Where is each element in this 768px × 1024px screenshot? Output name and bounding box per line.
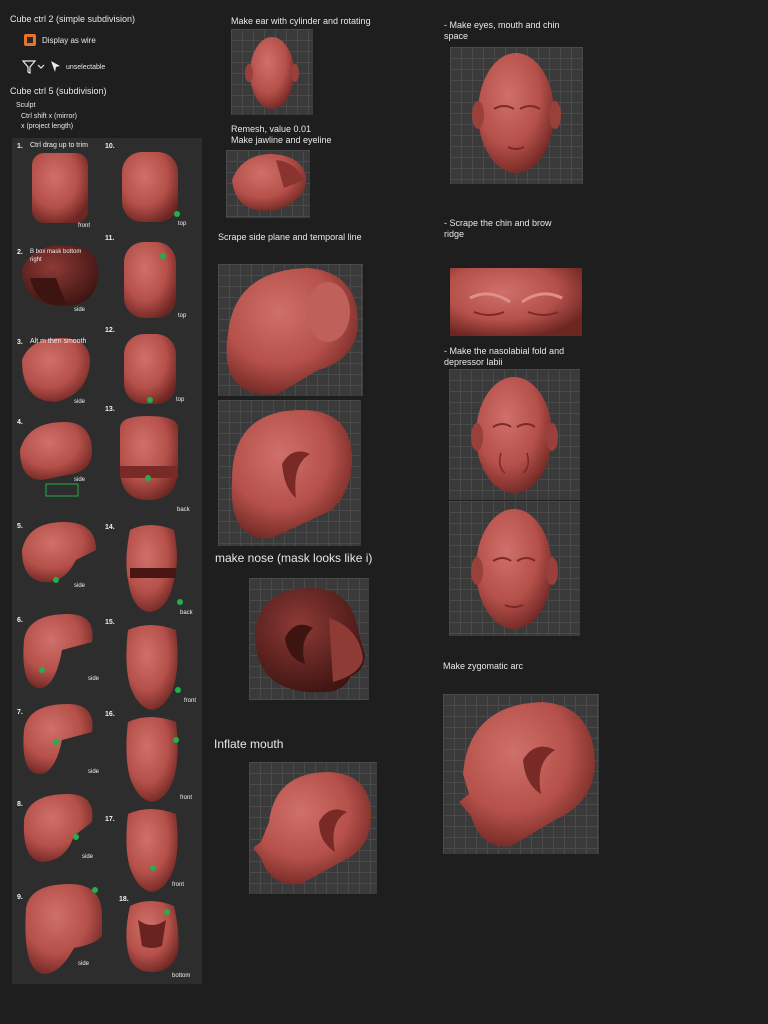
nasolabial-caption: - Make the nasolabial fold and depressor… (444, 346, 565, 367)
x-project-label: x (project length) (21, 123, 74, 130)
step-9-view: side (78, 961, 90, 967)
step-15-view: front (184, 698, 197, 704)
step-5-number: 5. (17, 523, 23, 530)
remesh-caption: Remesh, value 0.01 Make jawline and eyel… (231, 124, 332, 145)
step-16-number: 16. (105, 711, 115, 718)
remesh-render (226, 150, 310, 218)
display-wire-icon[interactable] (24, 34, 36, 46)
step-17-number: 17. (105, 816, 115, 823)
nasolabial-render-1 (449, 369, 580, 500)
ctrl-shift-x-label: Ctrl shift x (mirror) (21, 113, 77, 120)
step-6-number: 6. (17, 617, 23, 624)
zygomatic-render (443, 694, 599, 854)
ear-caption: Make ear with cylinder and rotating (231, 16, 371, 26)
step-11-number: 11. (105, 235, 115, 242)
step-8-number: 8. (17, 801, 23, 808)
inflate-caption: Inflate mouth (214, 737, 284, 751)
step-1-note: Ctrl drag up to trim (30, 142, 88, 149)
step-2-view: side (74, 307, 86, 313)
step-8-view: side (82, 854, 94, 860)
step-7-view: side (88, 769, 100, 775)
brow-render (450, 268, 582, 336)
step-1-view: front (78, 223, 91, 229)
step-13-number: 13. (105, 406, 115, 413)
step-9-number: 9. (17, 894, 23, 901)
step-14-number: 14. (105, 524, 115, 531)
scrape-side-caption: Scrape side plane and temporal line (218, 232, 362, 242)
step-3-note: Alt m then smooth (30, 338, 87, 345)
step-1-number: 1. (17, 143, 23, 150)
inflate-render (249, 762, 377, 894)
unselectable-label: unselectable (66, 64, 106, 71)
step-5-view: side (74, 583, 86, 589)
step-10-number: 10. (105, 143, 115, 150)
step-13-view: back (177, 507, 190, 513)
step-12-number: 12. (105, 327, 115, 334)
step-11-view: top (178, 313, 187, 319)
ear-render (231, 29, 313, 115)
scrape-side-render (218, 264, 363, 396)
temporal-render (218, 400, 361, 546)
step-6-view: side (88, 676, 100, 682)
eyes-caption: - Make eyes, mouth and chin space (444, 20, 560, 41)
step-4-view: side (74, 477, 86, 483)
cursor-icon[interactable] (50, 60, 62, 74)
step-14-view: back (180, 610, 193, 616)
step-15-number: 15. (105, 619, 115, 626)
step-3-number: 3. (17, 339, 23, 346)
step-17-view: front (172, 882, 185, 888)
step-18-number: 18. (119, 896, 129, 903)
step-18-view: bottom (172, 973, 191, 979)
filter-icon[interactable] (21, 60, 46, 74)
eyes-render (450, 47, 583, 184)
header-cube-ctrl2: Cube ctrl 2 (simple subdivision) (10, 14, 136, 24)
header-cube-ctrl5: Cube ctrl 5 (subdivision) (10, 86, 107, 96)
step-16-view: front (180, 795, 193, 801)
zygomatic-caption: Make zygomatic arc (443, 661, 524, 671)
steps-panel (12, 138, 202, 984)
scrape-chin-caption: - Scrape the chin and brow ridge (444, 218, 552, 239)
nasolabial-render-2 (449, 501, 580, 636)
step-2-note: B box mask bottom right (30, 249, 82, 263)
step-3-view: side (74, 399, 86, 405)
step-4-number: 4. (17, 419, 23, 426)
step-10-view: top (178, 221, 187, 227)
nose-render (249, 578, 369, 700)
display-wire-label: Display as wire (42, 36, 96, 45)
sculpt-label: Sculpt (16, 102, 36, 109)
step-12-view: top (176, 397, 185, 403)
nose-caption: make nose (mask looks like i) (215, 551, 373, 565)
step-2-number: 2. (17, 249, 23, 256)
step-7-number: 7. (17, 709, 23, 716)
